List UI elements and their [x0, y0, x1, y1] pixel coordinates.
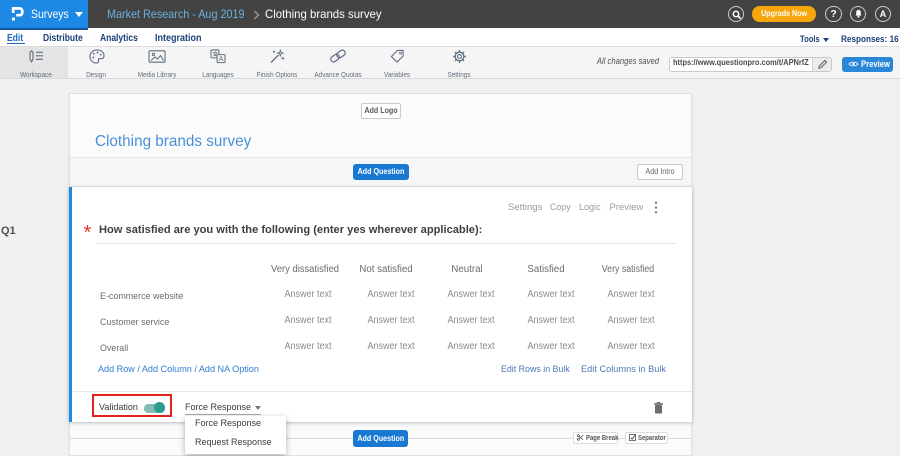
- svg-text:A: A: [219, 56, 224, 63]
